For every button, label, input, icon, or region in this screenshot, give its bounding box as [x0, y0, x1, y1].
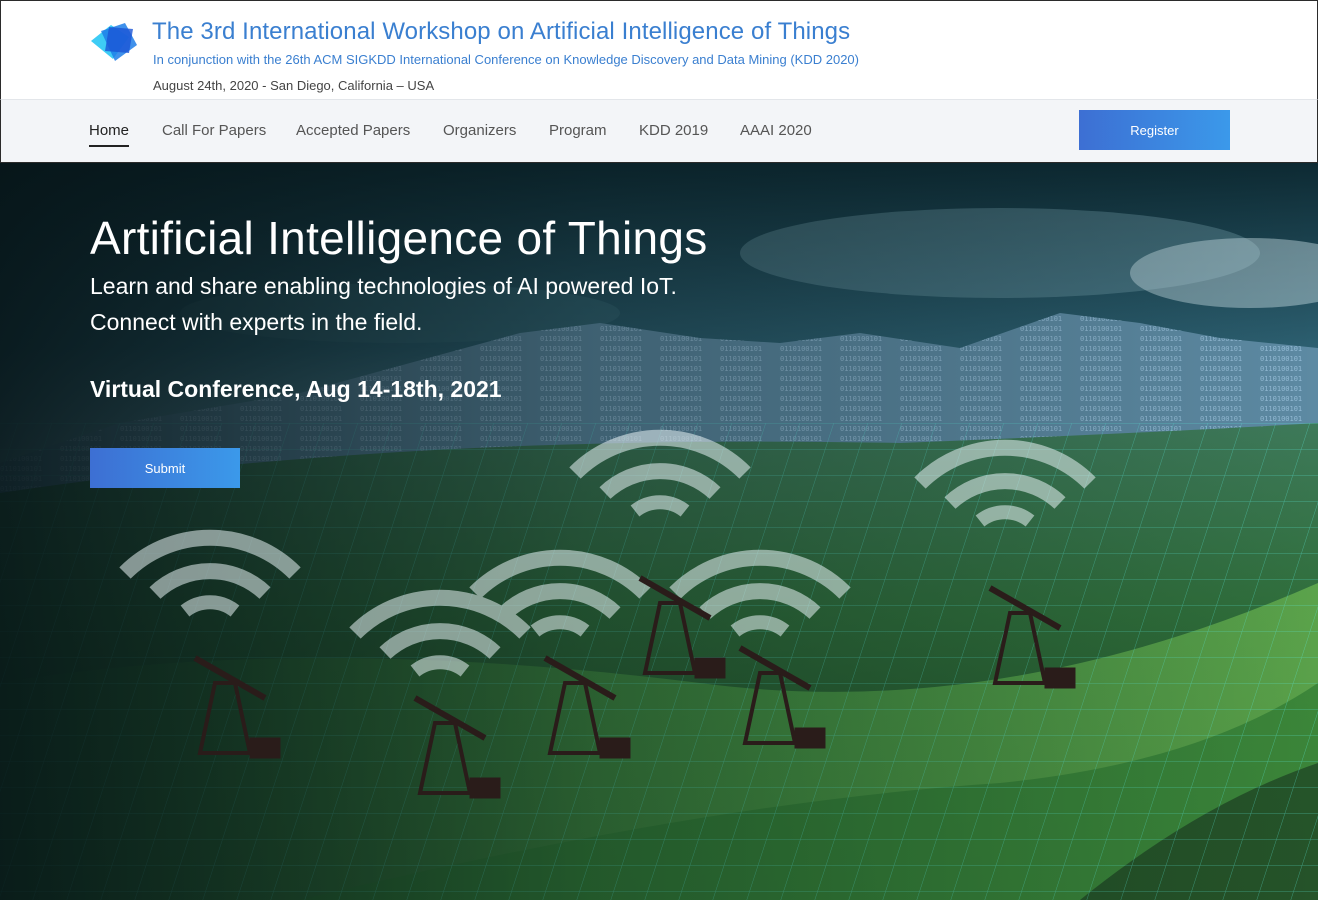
nav-item-label: AAAI 2020 [740, 122, 812, 139]
active-nav-indicator [89, 145, 130, 147]
hero-tagline-2: Connect with experts in the field. [90, 309, 423, 335]
nav-item-aaai-2020[interactable]: AAAI 2020 [740, 122, 812, 139]
site-title[interactable]: The 3rd International Workshop on Artifi… [152, 18, 850, 46]
register-button[interactable]: Register [1079, 110, 1230, 150]
nav-item-kdd-2019[interactable]: KDD 2019 [639, 122, 708, 139]
nav-item-label: Accepted Papers [296, 122, 411, 139]
nav-item-home[interactable]: Home [89, 122, 130, 147]
nav-item-organizers[interactable]: Organizers [443, 122, 516, 139]
site-subtitle: In conjunction with the 26th ACM SIGKDD … [153, 52, 859, 67]
logo-icon[interactable] [89, 19, 143, 67]
nav-item-label: Program [549, 122, 607, 139]
nav-item-label: Home [89, 122, 130, 139]
nav-item-accepted-papers[interactable]: Accepted Papers [296, 122, 410, 139]
hero-title: Artificial Intelligence of Things [90, 212, 708, 264]
nav-item-label: Organizers [443, 122, 517, 139]
hero-event-date: Virtual Conference, Aug 14-18th, 2021 [90, 376, 502, 402]
event-date-location: August 24th, 2020 - San Diego, Californi… [153, 78, 435, 93]
nav-item-call-for-papers[interactable]: Call For Papers [162, 122, 266, 139]
nav-item-label: KDD 2019 [639, 122, 709, 139]
hero-banner: 0110100101 [0, 163, 1318, 900]
main-nav: Home Call For Papers Accepted Papers Org… [0, 99, 1318, 163]
nav-item-program[interactable]: Program [549, 122, 607, 139]
hero-tagline-1: Learn and share enabling technologies of… [90, 273, 677, 299]
nav-item-label: Call For Papers [162, 122, 267, 139]
site-header: The 3rd International Workshop on Artifi… [0, 0, 1318, 100]
submit-button[interactable]: Submit [90, 448, 240, 488]
